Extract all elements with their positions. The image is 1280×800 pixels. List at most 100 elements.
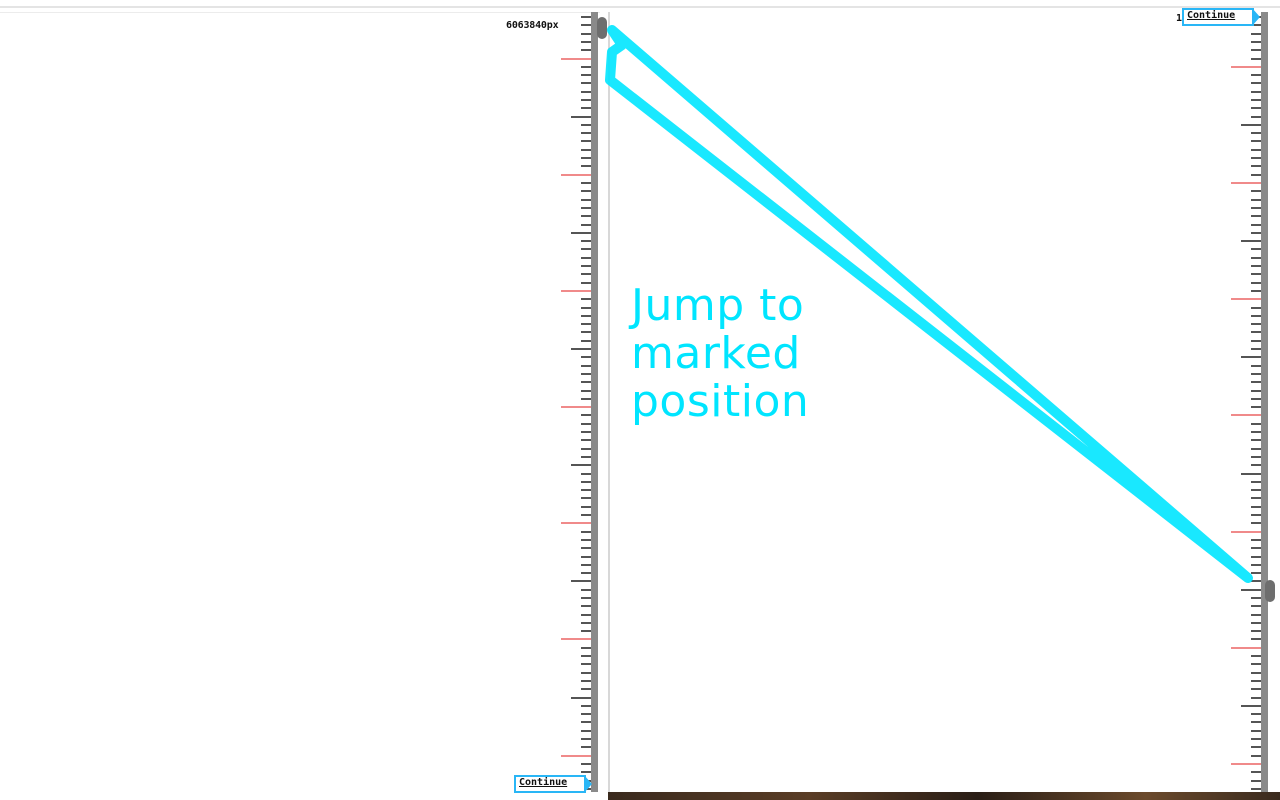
ruler-tick (1251, 680, 1261, 682)
ruler-tick (1251, 506, 1261, 508)
ruler-tick (1241, 356, 1261, 358)
right-scroll-ruler[interactable] (1226, 12, 1268, 792)
ruler-tick (571, 116, 591, 118)
ruler-tick (1251, 99, 1261, 101)
ruler-tick (1251, 663, 1261, 665)
ruler-tick (581, 199, 591, 201)
ruler-tick (1251, 273, 1261, 275)
ruler-major-tick (1231, 414, 1261, 416)
left-continue-label: Continue (519, 777, 568, 788)
ruler-tick (581, 323, 591, 325)
right-continue-label: Continue (1187, 10, 1236, 21)
ruler-tick (581, 373, 591, 375)
ruler-tick (1251, 497, 1261, 499)
ruler-tick (1251, 481, 1261, 483)
right-scroll-thumb[interactable] (1265, 580, 1275, 602)
ruler-tick (1251, 190, 1261, 192)
ruler-tick (581, 16, 591, 18)
ruler-tick (581, 24, 591, 26)
ruler-major-tick (561, 406, 591, 408)
left-scroll-ruler[interactable] (556, 12, 598, 792)
ruler-tick (1251, 140, 1261, 142)
ruler-tick (1251, 41, 1261, 43)
ruler-tick (1251, 207, 1261, 209)
ruler-tick (581, 140, 591, 142)
ruler-tick (581, 705, 591, 707)
ruler-tick (1251, 174, 1261, 176)
ruler-tick (1251, 746, 1261, 748)
ruler-major-tick (561, 58, 591, 60)
annotation-label: Jump to marked position (631, 282, 891, 426)
ruler-tick (1251, 539, 1261, 541)
ruler-tick (581, 721, 591, 723)
ruler-tick (581, 356, 591, 358)
ruler-tick (581, 124, 591, 126)
ruler-tick (571, 232, 591, 234)
right-continue-button[interactable]: Continue (1182, 8, 1260, 26)
ruler-tick (581, 622, 591, 624)
ruler-tick (1251, 323, 1261, 325)
ruler-tick (581, 265, 591, 267)
ruler-tick (581, 182, 591, 184)
ruler-tick (1251, 33, 1261, 35)
left-ruler-track[interactable] (591, 12, 598, 792)
ruler-tick (1251, 697, 1261, 699)
ruler-tick (1251, 91, 1261, 93)
ruler-tick (581, 489, 591, 491)
ruler-tick (581, 738, 591, 740)
ruler-tick (581, 215, 591, 217)
ruler-tick (1251, 522, 1261, 524)
ruler-tick (581, 340, 591, 342)
ruler-tick (1251, 315, 1261, 317)
ruler-tick (581, 506, 591, 508)
ruler-tick (581, 157, 591, 159)
ruler-tick (571, 697, 591, 699)
ruler-tick (1251, 738, 1261, 740)
ruler-tick (1251, 157, 1261, 159)
ruler-tick (1251, 373, 1261, 375)
ruler-major-tick (561, 290, 591, 292)
ruler-tick (1251, 398, 1261, 400)
right-ruler-track[interactable] (1261, 12, 1268, 792)
ruler-tick (581, 630, 591, 632)
ruler-tick (1251, 248, 1261, 250)
ruler-tick (581, 132, 591, 134)
ruler-tick (581, 688, 591, 690)
ruler-major-tick (561, 638, 591, 640)
ruler-tick (571, 348, 591, 350)
ruler-tick (581, 107, 591, 109)
ruler-tick (581, 224, 591, 226)
ruler-tick (581, 257, 591, 259)
ruler-tick (581, 91, 591, 93)
ruler-tick (1251, 755, 1261, 757)
ruler-tick (581, 423, 591, 425)
ruler-tick (1251, 638, 1261, 640)
ruler-tick (1251, 381, 1261, 383)
ruler-tick (1251, 232, 1261, 234)
left-continue-button[interactable]: Continue (514, 775, 592, 793)
left-scroll-thumb[interactable] (597, 17, 607, 39)
ruler-tick (581, 307, 591, 309)
ruler-tick (1251, 149, 1261, 151)
ruler-tick (581, 514, 591, 516)
ruler-tick (581, 207, 591, 209)
ruler-tick (581, 240, 591, 242)
ruler-tick (1251, 605, 1261, 607)
ruler-tick (1251, 340, 1261, 342)
ruler-tick (1251, 365, 1261, 367)
ruler-tick (581, 414, 591, 416)
ruler-tick (581, 473, 591, 475)
ruler-tick (581, 66, 591, 68)
ruler-tick (581, 746, 591, 748)
ruler-tick (1241, 473, 1261, 475)
bottom-image-strip (608, 792, 1280, 800)
ruler-tick (581, 647, 591, 649)
ruler-tick (581, 539, 591, 541)
ruler-tick (581, 49, 591, 51)
ruler-tick (1251, 58, 1261, 60)
ruler-tick (581, 713, 591, 715)
ruler-tick (581, 99, 591, 101)
ruler-tick (1251, 74, 1261, 76)
ruler-tick (581, 497, 591, 499)
ruler-tick (581, 531, 591, 533)
